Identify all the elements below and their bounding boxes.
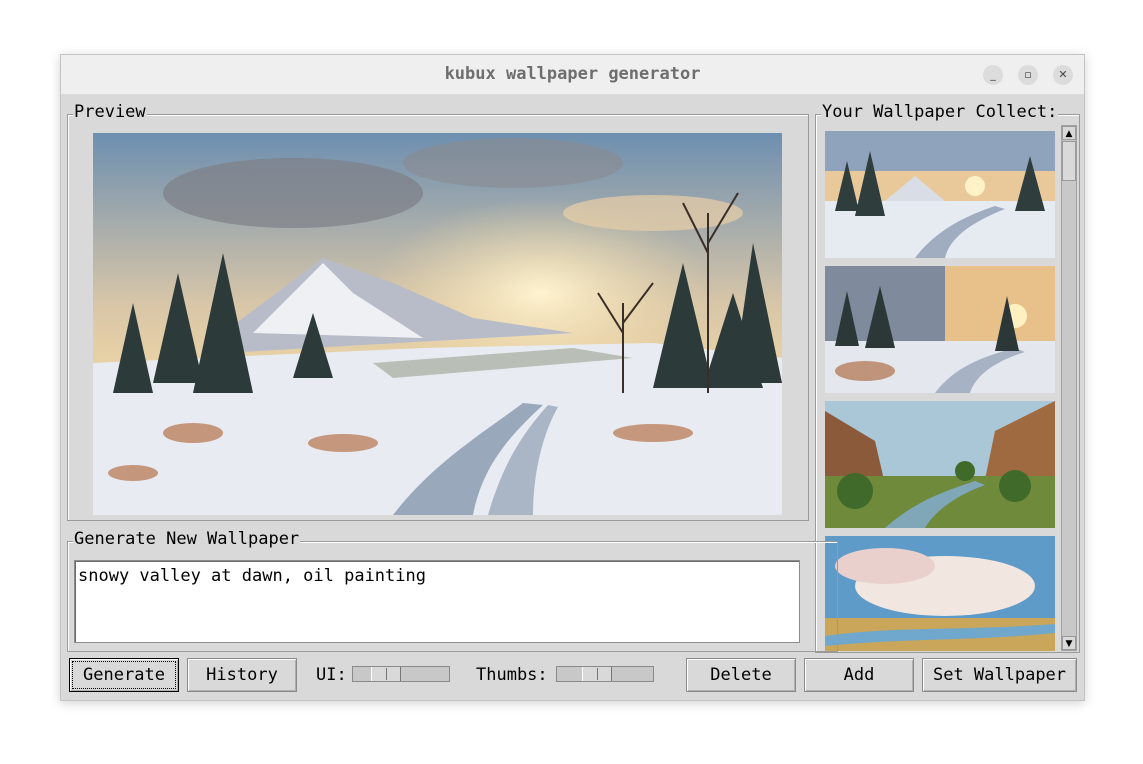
collection-thumbnail[interactable] [825, 266, 1055, 393]
preview-image [93, 133, 782, 515]
collection-thumbnail[interactable] [825, 401, 1055, 528]
scroll-up-icon[interactable]: ▲ [1062, 126, 1076, 140]
ui-scale-label: UI: [316, 665, 347, 685]
set-wallpaper-button[interactable]: Set Wallpaper [922, 658, 1077, 692]
title-bar[interactable]: kubux wallpaper generator _ ▫ ✕ [61, 55, 1084, 95]
window-title: kubux wallpaper generator [444, 64, 701, 84]
prompt-input[interactable]: snowy valley at dawn, oil painting [74, 560, 800, 643]
close-button[interactable]: ✕ [1053, 65, 1073, 85]
ui-scale-handle[interactable] [371, 667, 401, 681]
minimize-button[interactable]: _ [983, 65, 1003, 85]
app-window: kubux wallpaper generator _ ▫ ✕ Preview [60, 54, 1085, 701]
ui-scale-slider[interactable] [352, 666, 450, 682]
thumbs-scale-handle[interactable] [582, 667, 612, 681]
generate-button[interactable]: Generate [69, 658, 179, 692]
scroll-down-icon[interactable]: ▼ [1062, 636, 1076, 650]
collection-thumbnail[interactable] [825, 536, 1055, 651]
generate-label: Generate New Wallpaper [73, 529, 301, 549]
collection-thumbnail[interactable] [825, 131, 1055, 258]
scrollbar-thumb[interactable] [1062, 141, 1076, 181]
preview-label: Preview [73, 102, 147, 122]
thumbs-scale-label: Thumbs: [476, 665, 548, 685]
thumbs-scale-slider[interactable] [556, 666, 654, 682]
delete-button[interactable]: Delete [686, 658, 796, 692]
history-button[interactable]: History [187, 658, 297, 692]
add-button[interactable]: Add [804, 658, 914, 692]
collection-label: Your Wallpaper Collect: [821, 102, 1059, 122]
collection-scrollbar[interactable]: ▲ ▼ [1061, 125, 1077, 651]
maximize-button[interactable]: ▫ [1018, 65, 1038, 85]
